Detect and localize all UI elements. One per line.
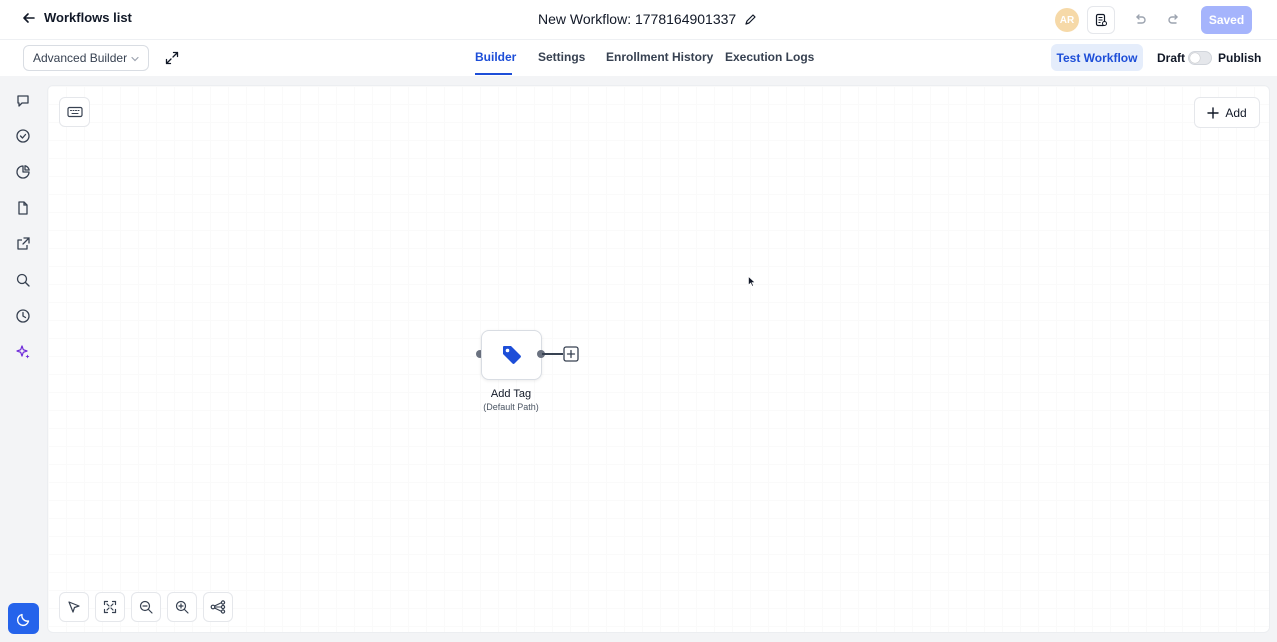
- redo-button[interactable]: [1160, 6, 1188, 34]
- avatar[interactable]: AR: [1055, 8, 1079, 32]
- builder-toolbar: Advanced Builder Builder Settings Enroll…: [0, 40, 1277, 76]
- undo-icon: [1133, 13, 1147, 27]
- add-tag-node[interactable]: [481, 330, 542, 380]
- sidebar-item-ai[interactable]: [14, 343, 32, 361]
- sidebar-item-tasks[interactable]: [14, 127, 32, 145]
- keyboard-shortcuts-button[interactable]: [59, 97, 90, 127]
- edit-pencil-icon[interactable]: [744, 13, 757, 26]
- canvas-grid: [48, 86, 1269, 632]
- tab-execution-logs[interactable]: Execution Logs: [725, 50, 814, 64]
- plus-square-icon: [563, 346, 579, 362]
- builder-mode-select[interactable]: Advanced Builder: [23, 45, 149, 71]
- undo-button[interactable]: [1126, 6, 1154, 34]
- sidebar-item-history[interactable]: [14, 307, 32, 325]
- mouse-cursor-icon: [748, 276, 756, 287]
- zoom-in-button[interactable]: [167, 592, 197, 622]
- workflow-canvas[interactable]: Add Add Tag (Default Path): [47, 85, 1270, 633]
- chevron-down-icon: [130, 54, 140, 64]
- expand-icon[interactable]: [164, 50, 180, 66]
- tab-settings[interactable]: Settings: [538, 50, 585, 64]
- zoom-out-button[interactable]: [131, 592, 161, 622]
- tab-builder[interactable]: Builder: [475, 50, 516, 64]
- node-title: Add Tag: [490, 388, 532, 400]
- plus-icon: [1207, 106, 1220, 119]
- pie-chart-icon: [15, 164, 31, 180]
- theme-toggle-button[interactable]: [8, 603, 39, 634]
- sidebar-item-chat[interactable]: [14, 92, 32, 110]
- auto-layout-button[interactable]: [203, 592, 233, 622]
- publish-toggle[interactable]: [1188, 51, 1212, 65]
- tab-enrollment-history[interactable]: Enrollment History: [606, 50, 713, 64]
- notes-button[interactable]: [1087, 6, 1115, 34]
- sidebar-item-share[interactable]: [14, 235, 32, 253]
- add-step-button[interactable]: Add: [1194, 97, 1260, 128]
- saved-button[interactable]: Saved: [1201, 6, 1252, 34]
- draft-label: Draft: [1157, 51, 1186, 65]
- active-tab-indicator: [475, 73, 512, 75]
- search-icon: [15, 272, 31, 288]
- external-link-icon: [15, 236, 31, 252]
- builder-mode-value: Advanced Builder: [33, 51, 128, 65]
- workflow-title: New Workflow: 1778164901337: [538, 11, 757, 27]
- fit-view-icon: [103, 600, 117, 614]
- pointer-icon: [67, 600, 81, 614]
- sparkle-icon: [15, 344, 31, 360]
- sidebar-item-documents[interactable]: [14, 199, 32, 217]
- node-subtitle: (Default Path): [483, 402, 539, 412]
- test-workflow-button[interactable]: Test Workflow: [1051, 44, 1143, 71]
- add-label: Add: [1225, 105, 1247, 120]
- document-icon: [15, 200, 31, 216]
- tag-icon: [501, 344, 523, 366]
- publish-label: Publish: [1218, 51, 1262, 65]
- zoom-out-icon: [139, 600, 153, 614]
- workflow-title-text: New Workflow: 1778164901337: [538, 11, 737, 27]
- select-tool-button[interactable]: [59, 592, 89, 622]
- redo-icon: [1167, 13, 1181, 27]
- top-bar: Workflows list New Workflow: 17781649013…: [0, 0, 1277, 40]
- back-to-workflows-link[interactable]: Workflows list: [22, 10, 132, 25]
- zoom-in-icon: [175, 600, 189, 614]
- clock-icon: [15, 308, 31, 324]
- back-label: Workflows list: [44, 10, 132, 25]
- sidebar-item-reports[interactable]: [14, 163, 32, 181]
- notes-icon: [1094, 13, 1108, 27]
- add-next-step-button[interactable]: [563, 346, 579, 362]
- fit-view-button[interactable]: [95, 592, 125, 622]
- chat-icon: [15, 93, 31, 109]
- toggle-knob: [1190, 53, 1200, 63]
- flow-icon: [210, 600, 226, 614]
- arrow-left-icon: [22, 11, 36, 25]
- check-circle-icon: [15, 128, 31, 144]
- left-sidebar: [0, 76, 47, 642]
- sidebar-item-search[interactable]: [14, 271, 32, 289]
- keyboard-icon: [66, 106, 83, 118]
- node-connector-line: [542, 353, 563, 355]
- moon-icon: [16, 611, 32, 627]
